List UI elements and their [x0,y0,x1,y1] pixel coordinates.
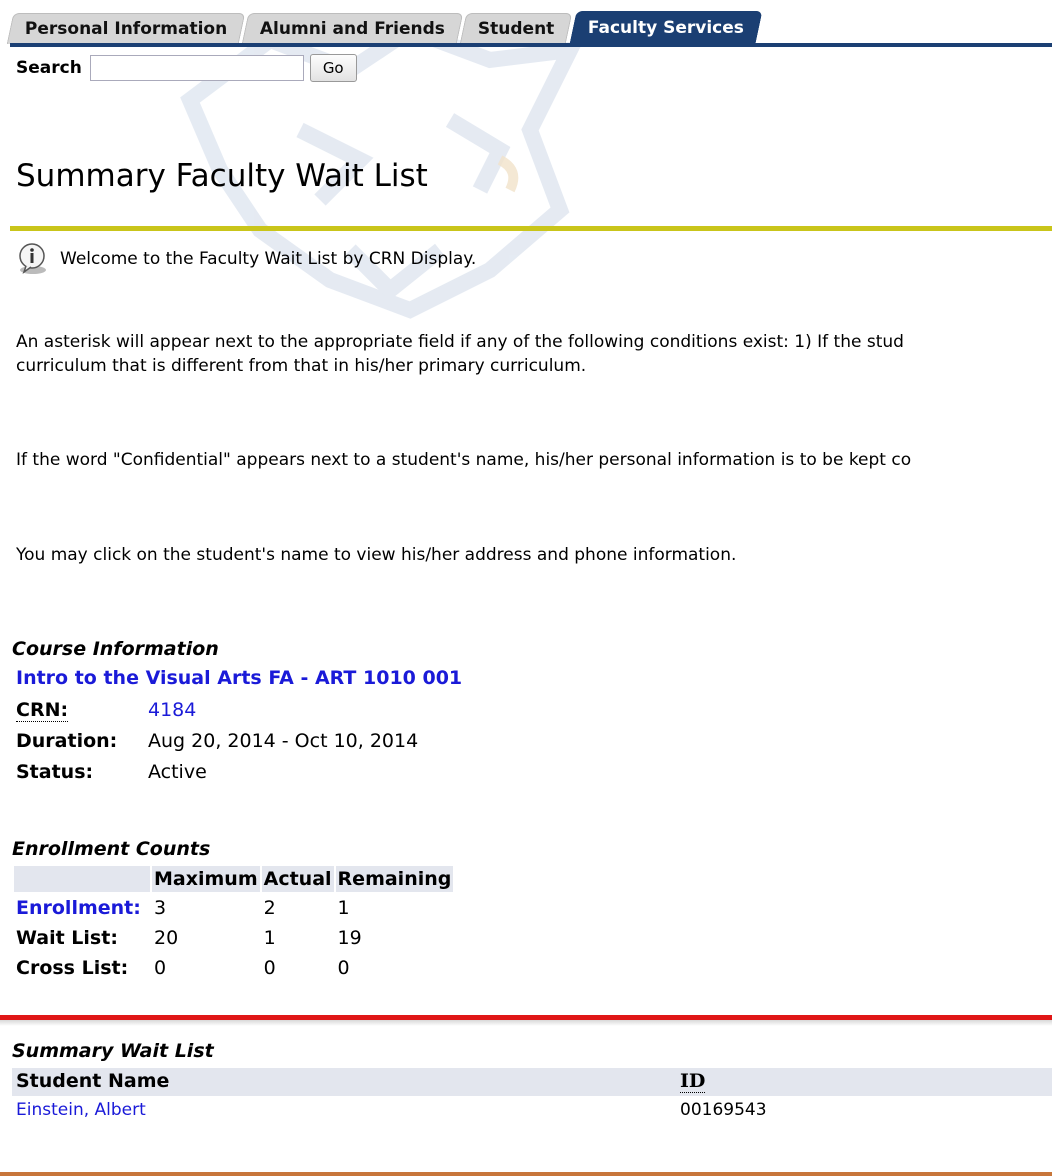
student-name-link[interactable]: Einstein, Albert [16,1100,146,1120]
table-row: Cross List: 0 0 0 [14,954,453,982]
enrollment-actual: 2 [263,897,276,919]
crn-value[interactable]: 4184 [148,699,196,721]
asterisk-note-line-1: An asterisk will appear next to the appr… [16,332,904,352]
confidential-note: If the word "Confidential" appears next … [16,450,912,470]
cross-list-remaining: 0 [337,957,350,979]
divider-shadow [0,1020,1052,1026]
tab-bar-underline [10,43,1052,47]
wait-list-header-row: Student Name ID [12,1068,1052,1096]
info-message-text: Welcome to the Faculty Wait List by CRN … [60,249,477,269]
tab-label: Personal Information [24,19,228,39]
student-id: 00169543 [680,1100,767,1120]
asterisk-note-line-2: curriculum that is different from that i… [16,356,587,376]
title-divider [10,226,1052,231]
duration-label: Duration: [16,730,118,752]
info-bubble-icon [19,243,46,274]
enrollment-counts-caption: Enrollment Counts [12,838,211,860]
table-header-row: Maximum Actual Remaining [14,866,454,892]
status-value: Active [148,761,207,783]
course-title-link[interactable]: Intro to the Visual Arts FA - ART 1010 0… [16,667,462,689]
go-button[interactable]: Go [309,54,357,82]
header-blank [14,866,150,892]
tab-personal-information[interactable]: Personal Information [6,13,246,44]
status-label: Status: [16,761,94,783]
search-bar: Search Go [16,54,357,82]
main-tab-bar: Personal Information Alumni and Friends … [6,8,763,44]
wait-list-actual: 1 [263,927,276,949]
status-row: Status: Active [16,761,207,783]
tab-faculty-services[interactable]: Faculty Services [569,11,763,44]
page-title: Summary Faculty Wait List [16,158,428,194]
footer-divider [0,1172,1052,1176]
crn-label: CRN: [16,699,69,722]
header-actual: Actual [261,866,334,892]
tab-label: Faculty Services [587,18,744,38]
crn-row: CRN: 4184 [16,699,196,722]
header-student-name: Student Name [16,1070,170,1092]
enrollment-link[interactable]: Enrollment: [14,894,150,922]
cross-list-maximum: 0 [154,957,167,979]
tab-label: Student [478,19,555,39]
enrollment-remaining: 1 [337,897,350,919]
duration-row: Duration: Aug 20, 2014 - Oct 10, 2014 [16,730,418,752]
course-information-caption: Course Information [12,638,219,660]
header-maximum: Maximum [152,866,260,892]
table-row: Enrollment: 3 2 1 [14,894,453,922]
enrollment-maximum: 3 [154,897,167,919]
header-remaining: Remaining [335,866,454,892]
enrollment-counts-table: Maximum Actual Remaining Enrollment: 3 2… [12,864,455,984]
click-name-note: You may click on the student's name to v… [16,545,737,565]
info-message: Welcome to the Faculty Wait List by CRN … [16,242,476,276]
header-id: ID [680,1070,706,1093]
cross-list-label: Cross List: [16,957,129,979]
tab-label: Alumni and Friends [260,19,446,39]
tab-student[interactable]: Student [459,13,573,44]
cross-list-actual: 0 [263,957,276,979]
search-input[interactable] [89,55,304,81]
search-label: Search [16,58,82,78]
summary-wait-list-caption: Summary Wait List [12,1040,214,1062]
duration-value: Aug 20, 2014 - Oct 10, 2014 [148,730,419,752]
wait-list-remaining: 19 [337,927,362,949]
wait-list-label: Wait List: [16,927,118,949]
wait-list-maximum: 20 [154,927,179,949]
tab-alumni-and-friends[interactable]: Alumni and Friends [242,13,464,44]
table-row: Wait List: 20 1 19 [14,924,453,952]
